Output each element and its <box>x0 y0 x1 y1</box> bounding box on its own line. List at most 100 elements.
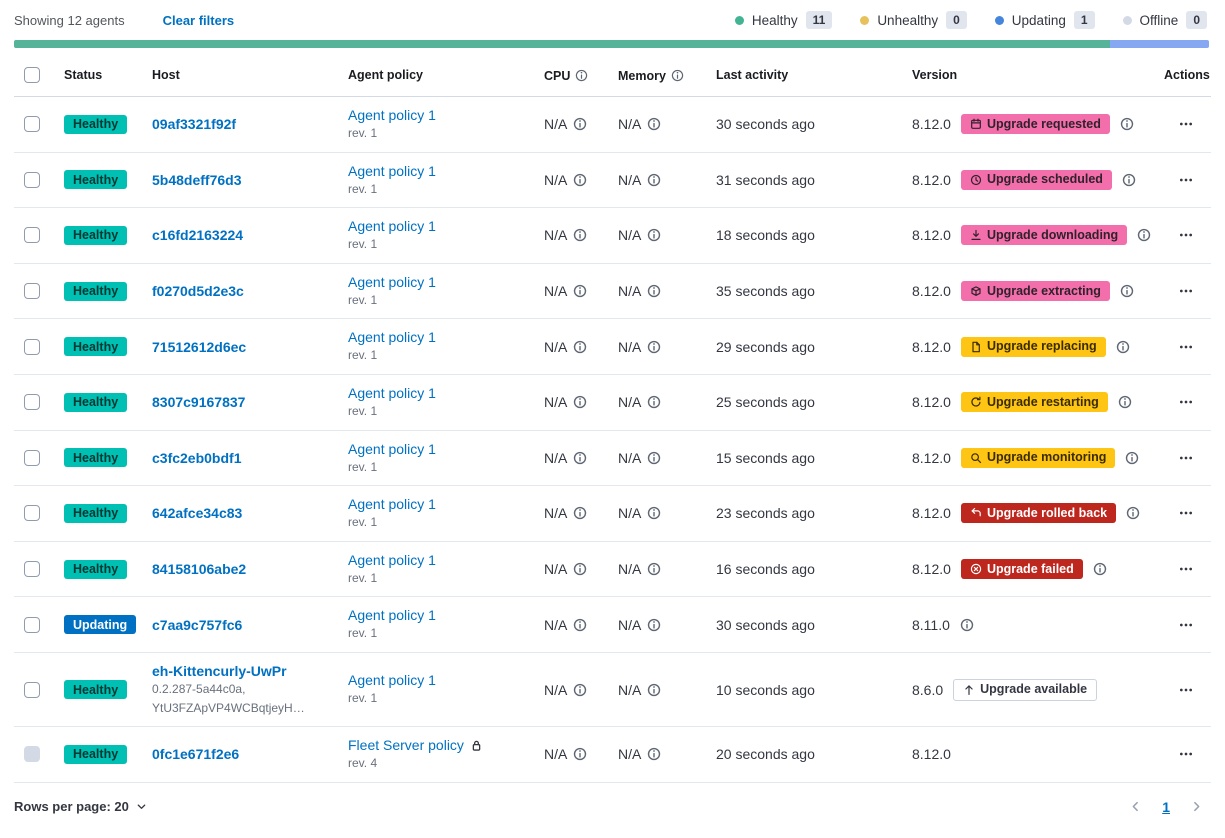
memory-info-icon[interactable] <box>647 228 661 242</box>
memory-info-icon[interactable] <box>647 284 661 298</box>
host-link[interactable]: eh-Kittencurly-UwPr <box>152 663 287 679</box>
row-actions-button[interactable] <box>1177 336 1195 358</box>
memory-info-icon[interactable] <box>647 117 661 131</box>
upgrade-status-badge[interactable]: Upgrade downloading <box>961 225 1127 245</box>
cpu-info-icon[interactable] <box>573 117 587 131</box>
cpu-info-icon[interactable] <box>573 395 587 409</box>
host-link[interactable]: 09af3321f92f <box>152 116 236 132</box>
row-checkbox[interactable] <box>24 227 40 243</box>
row-checkbox[interactable] <box>24 283 40 299</box>
agent-policy-link[interactable]: Agent policy 1 <box>348 107 436 123</box>
upgrade-details-info-icon[interactable] <box>1126 506 1140 520</box>
cpu-info-icon[interactable] <box>573 228 587 242</box>
row-checkbox[interactable] <box>24 617 40 633</box>
row-actions-button[interactable] <box>1177 502 1195 524</box>
select-all-checkbox[interactable] <box>24 67 40 83</box>
row-actions-button[interactable] <box>1177 447 1195 469</box>
prev-page-button[interactable] <box>1129 800 1142 813</box>
host-link[interactable]: c3fc2eb0bdf1 <box>152 450 241 466</box>
host-link[interactable]: 642afce34c83 <box>152 505 242 521</box>
host-link[interactable]: f0270d5d2e3c <box>152 283 244 299</box>
agent-policy-link[interactable]: Fleet Server policy <box>348 737 464 753</box>
row-actions-button[interactable] <box>1177 558 1195 580</box>
upgrade-details-info-icon[interactable] <box>1120 117 1134 131</box>
row-checkbox[interactable] <box>24 116 40 132</box>
row-actions-button[interactable] <box>1177 113 1195 135</box>
upgrade-status-badge[interactable]: Upgrade scheduled <box>961 170 1112 190</box>
cpu-info-icon[interactable] <box>573 683 587 697</box>
upgrade-details-info-icon[interactable] <box>1137 228 1151 242</box>
upgrade-status-badge[interactable]: Upgrade available <box>953 679 1097 701</box>
upgrade-details-info-icon[interactable] <box>1118 395 1132 409</box>
page-number-1[interactable]: 1 <box>1162 799 1170 815</box>
row-checkbox[interactable] <box>24 339 40 355</box>
cpu-info-icon[interactable] <box>573 340 587 354</box>
host-link[interactable]: 0fc1e671f2e6 <box>152 746 239 762</box>
row-actions-button[interactable] <box>1177 280 1195 302</box>
agent-policy-link[interactable]: Agent policy 1 <box>348 441 436 457</box>
row-actions-button[interactable] <box>1177 679 1195 701</box>
cpu-info-icon[interactable] <box>573 747 587 761</box>
upgrade-status-badge[interactable]: Upgrade monitoring <box>961 448 1115 468</box>
host-link[interactable]: 5b48deff76d3 <box>152 172 241 188</box>
memory-info-icon[interactable] <box>647 747 661 761</box>
host-link[interactable]: c16fd2163224 <box>152 227 243 243</box>
cpu-header-info-icon[interactable] <box>575 69 588 82</box>
legend-item-healthy[interactable]: Healthy11 <box>735 11 832 29</box>
host-link[interactable]: 84158106abe2 <box>152 561 246 577</box>
memory-info-icon[interactable] <box>647 506 661 520</box>
upgrade-status-badge[interactable]: Upgrade restarting <box>961 392 1108 412</box>
agent-policy-link[interactable]: Agent policy 1 <box>348 496 436 512</box>
agent-policy-link[interactable]: Agent policy 1 <box>348 218 436 234</box>
row-actions-button[interactable] <box>1177 743 1195 765</box>
host-link[interactable]: 8307c9167837 <box>152 394 245 410</box>
memory-info-icon[interactable] <box>647 173 661 187</box>
upgrade-status-badge[interactable]: Upgrade failed <box>961 559 1083 579</box>
memory-info-icon[interactable] <box>647 618 661 632</box>
memory-info-icon[interactable] <box>647 395 661 409</box>
upgrade-status-badge[interactable]: Upgrade rolled back <box>961 503 1116 523</box>
upgrade-details-info-icon[interactable] <box>960 618 974 632</box>
row-actions-button[interactable] <box>1177 391 1195 413</box>
legend-item-offline[interactable]: Offline0 <box>1123 11 1207 29</box>
next-page-button[interactable] <box>1190 800 1203 813</box>
host-link[interactable]: c7aa9c757fc6 <box>152 617 242 633</box>
cpu-info-icon[interactable] <box>573 506 587 520</box>
agent-policy-link[interactable]: Agent policy 1 <box>348 329 436 345</box>
cpu-info-icon[interactable] <box>573 284 587 298</box>
upgrade-details-info-icon[interactable] <box>1122 173 1136 187</box>
legend-item-updating[interactable]: Updating1 <box>995 11 1095 29</box>
agent-policy-link[interactable]: Agent policy 1 <box>348 607 436 623</box>
upgrade-details-info-icon[interactable] <box>1120 284 1134 298</box>
cpu-info-icon[interactable] <box>573 451 587 465</box>
upgrade-status-badge[interactable]: Upgrade requested <box>961 114 1110 134</box>
memory-header-info-icon[interactable] <box>671 69 684 82</box>
memory-info-icon[interactable] <box>647 562 661 576</box>
row-checkbox[interactable] <box>24 682 40 698</box>
agent-policy-link[interactable]: Agent policy 1 <box>348 385 436 401</box>
memory-info-icon[interactable] <box>647 340 661 354</box>
row-checkbox[interactable] <box>24 561 40 577</box>
clear-filters-link[interactable]: Clear filters <box>163 13 235 28</box>
memory-info-icon[interactable] <box>647 451 661 465</box>
upgrade-status-badge[interactable]: Upgrade replacing <box>961 337 1106 357</box>
legend-item-unhealthy[interactable]: Unhealthy0 <box>860 11 966 29</box>
row-actions-button[interactable] <box>1177 224 1195 246</box>
cpu-info-icon[interactable] <box>573 173 587 187</box>
upgrade-status-badge[interactable]: Upgrade extracting <box>961 281 1110 301</box>
upgrade-details-info-icon[interactable] <box>1116 340 1130 354</box>
row-checkbox[interactable] <box>24 172 40 188</box>
cpu-info-icon[interactable] <box>573 618 587 632</box>
memory-info-icon[interactable] <box>647 683 661 697</box>
agent-policy-link[interactable]: Agent policy 1 <box>348 552 436 568</box>
upgrade-details-info-icon[interactable] <box>1093 562 1107 576</box>
agent-policy-link[interactable]: Agent policy 1 <box>348 274 436 290</box>
row-checkbox[interactable] <box>24 394 40 410</box>
agent-policy-link[interactable]: Agent policy 1 <box>348 672 436 688</box>
cpu-info-icon[interactable] <box>573 562 587 576</box>
host-link[interactable]: 71512612d6ec <box>152 339 246 355</box>
upgrade-details-info-icon[interactable] <box>1125 451 1139 465</box>
row-checkbox[interactable] <box>24 450 40 466</box>
row-actions-button[interactable] <box>1177 169 1195 191</box>
agent-policy-link[interactable]: Agent policy 1 <box>348 163 436 179</box>
